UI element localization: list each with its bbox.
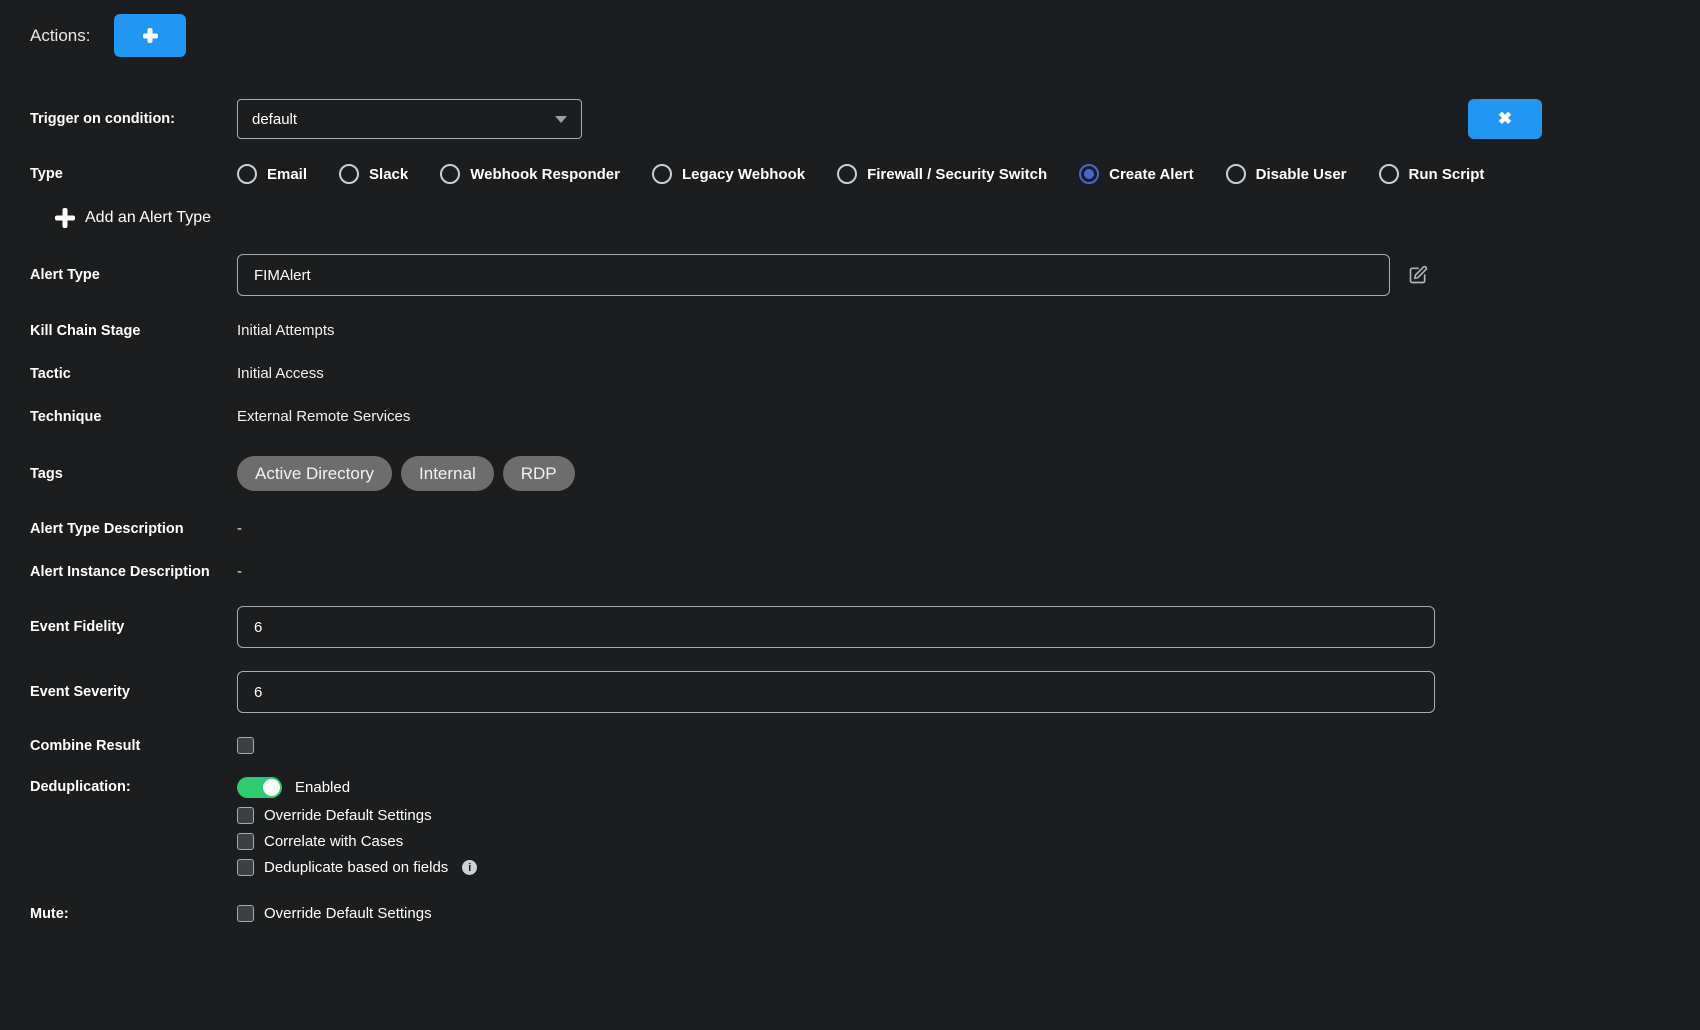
alert-type-label: Alert Type: [30, 267, 237, 283]
tag-pill: Active Directory: [237, 456, 392, 491]
deduplicate-based-on-fields-checkbox[interactable]: [237, 859, 254, 876]
alert-type-row: Alert Type: [30, 254, 1670, 296]
type-radio-group: Email Slack Webhook Responder Legacy Web…: [237, 164, 1484, 184]
mute-override-row: Override Default Settings: [237, 905, 432, 922]
alert-type-description-row: Alert Type Description -: [30, 520, 1670, 538]
kill-chain-stage-row: Kill Chain Stage Initial Attempts: [30, 322, 1670, 340]
type-label: Type: [30, 166, 237, 182]
deduplication-toggle-label: Enabled: [295, 779, 350, 796]
technique-label: Technique: [30, 408, 237, 426]
trigger-condition-select[interactable]: default: [237, 99, 582, 139]
mute-override-checkbox[interactable]: [237, 905, 254, 922]
tags-label: Tags: [30, 466, 237, 482]
radio-icon: [837, 164, 857, 184]
radio-icon: [1379, 164, 1399, 184]
deduplication-label: Deduplication:: [30, 777, 237, 795]
deduplication-options: Enabled Override Default Settings Correl…: [237, 777, 477, 876]
radio-slack[interactable]: Slack: [339, 164, 408, 184]
event-fidelity-input[interactable]: [237, 606, 1435, 648]
tags-row: Tags Active Directory Internal RDP: [30, 456, 1670, 491]
technique-value: External Remote Services: [237, 408, 410, 426]
edit-icon[interactable]: [1408, 265, 1428, 285]
radio-firewall-security-switch[interactable]: Firewall / Security Switch: [837, 164, 1047, 184]
radio-icon: [1226, 164, 1246, 184]
override-default-settings-row: Override Default Settings: [237, 807, 477, 824]
radio-label: Create Alert: [1109, 166, 1193, 183]
close-icon: ✖: [1498, 109, 1512, 129]
deduplication-toggle-row: Enabled: [237, 777, 477, 798]
alert-type-description-value: -: [237, 520, 242, 538]
deduplication-row: Deduplication: Enabled Override Default …: [30, 777, 1670, 876]
tag-list: Active Directory Internal RDP: [237, 456, 575, 491]
radio-legacy-webhook[interactable]: Legacy Webhook: [652, 164, 805, 184]
alert-instance-description-label: Alert Instance Description: [30, 563, 237, 581]
radio-icon: [339, 164, 359, 184]
radio-email[interactable]: Email: [237, 164, 307, 184]
radio-label: Webhook Responder: [470, 166, 620, 183]
alert-instance-description-value: -: [237, 563, 242, 581]
alert-instance-description-row: Alert Instance Description -: [30, 563, 1670, 581]
info-icon: i: [462, 860, 477, 875]
tactic-value: Initial Access: [237, 365, 324, 383]
mute-label: Mute:: [30, 906, 237, 922]
event-fidelity-label: Event Fidelity: [30, 619, 237, 635]
add-alert-type-label: Add an Alert Type: [85, 209, 211, 227]
radio-label: Email: [267, 166, 307, 183]
radio-label: Legacy Webhook: [682, 166, 805, 183]
radio-icon: [237, 164, 257, 184]
actions-label: Actions:: [30, 26, 90, 46]
combine-result-label: Combine Result: [30, 738, 237, 754]
radio-run-script[interactable]: Run Script: [1379, 164, 1485, 184]
chevron-down-icon: [555, 116, 567, 123]
radio-icon: [440, 164, 460, 184]
plus-icon: [55, 208, 75, 228]
combine-result-row: Combine Result: [30, 737, 1670, 754]
radio-label: Firewall / Security Switch: [867, 166, 1047, 183]
radio-webhook-responder[interactable]: Webhook Responder: [440, 164, 620, 184]
plus-icon: [143, 28, 158, 43]
tactic-label: Tactic: [30, 365, 237, 383]
trigger-condition-label: Trigger on condition:: [30, 111, 237, 127]
mute-override-label: Override Default Settings: [264, 905, 432, 922]
deduplication-toggle[interactable]: [237, 777, 282, 798]
tag-pill: Internal: [401, 456, 494, 491]
radio-create-alert[interactable]: Create Alert: [1079, 164, 1193, 184]
mute-row: Mute: Override Default Settings: [30, 905, 1670, 922]
event-fidelity-row: Event Fidelity: [30, 606, 1670, 648]
correlate-with-cases-checkbox[interactable]: [237, 833, 254, 850]
add-alert-type-button[interactable]: Add an Alert Type: [30, 208, 1670, 228]
technique-row: Technique External Remote Services: [30, 408, 1670, 426]
deduplicate-based-on-fields-label: Deduplicate based on fields: [264, 859, 448, 876]
event-severity-row: Event Severity: [30, 671, 1670, 713]
combine-result-checkbox[interactable]: [237, 737, 254, 754]
toggle-knob: [263, 779, 280, 796]
add-action-button[interactable]: [114, 14, 186, 57]
remove-action-button[interactable]: ✖: [1468, 99, 1542, 139]
radio-icon: [652, 164, 672, 184]
override-default-settings-checkbox[interactable]: [237, 807, 254, 824]
deduplicate-based-on-fields-row: Deduplicate based on fields i: [237, 859, 477, 876]
radio-label: Disable User: [1256, 166, 1347, 183]
override-default-settings-label: Override Default Settings: [264, 807, 432, 824]
alert-type-description-label: Alert Type Description: [30, 520, 237, 538]
tag-pill: RDP: [503, 456, 575, 491]
alert-type-input[interactable]: [237, 254, 1390, 296]
kill-chain-stage-value: Initial Attempts: [237, 322, 335, 340]
actions-row: Actions:: [30, 14, 1670, 57]
radio-label: Run Script: [1409, 166, 1485, 183]
trigger-condition-row: Trigger on condition: default ✖: [30, 99, 1670, 139]
tactic-row: Tactic Initial Access: [30, 365, 1670, 383]
correlate-with-cases-row: Correlate with Cases: [237, 833, 477, 850]
trigger-condition-value: default: [252, 111, 297, 128]
kill-chain-stage-label: Kill Chain Stage: [30, 322, 237, 340]
event-severity-label: Event Severity: [30, 684, 237, 700]
radio-icon-selected: [1079, 164, 1099, 184]
type-row: Type Email Slack Webhook Responder Legac…: [30, 164, 1670, 184]
event-severity-input[interactable]: [237, 671, 1435, 713]
correlate-with-cases-label: Correlate with Cases: [264, 833, 403, 850]
radio-disable-user[interactable]: Disable User: [1226, 164, 1347, 184]
radio-label: Slack: [369, 166, 408, 183]
